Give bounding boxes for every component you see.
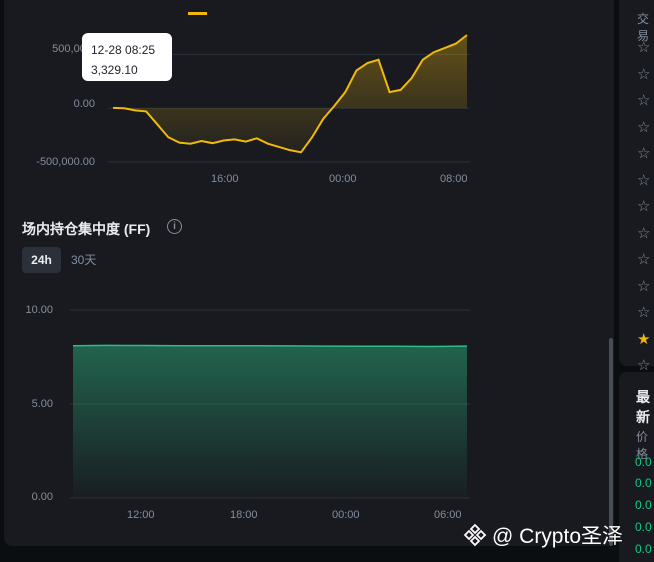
x-tick-label: 00:00 [332,509,360,521]
star-icon[interactable]: ☆ [637,118,650,136]
star-icon[interactable]: ☆ [637,303,650,321]
x-tick-label: 18:00 [230,509,258,521]
vertical-scrollbar[interactable] [609,338,613,546]
chart-tooltip: 12-28 08:25 3,329.10 [82,33,172,81]
x-tick-label: 06:00 [434,509,462,521]
star-icon[interactable]: ☆ [637,224,650,242]
star-icon[interactable]: ☆ [637,91,650,109]
star-icon[interactable]: ☆ [637,197,650,215]
binance-logo-icon [463,523,487,547]
info-icon[interactable]: i [167,219,182,234]
star-icon[interactable]: ☆ [637,250,650,268]
watermark-text: @ Crypto圣泽 [492,525,624,548]
net-flow-chart [70,34,470,499]
y-tick-label: -500,000.00 [36,156,95,168]
trade-price: 0.0 [635,542,652,556]
star-icon[interactable]: ☆ [637,38,650,56]
trade-price: 0.0 [635,476,652,490]
watermark: @ Crypto圣泽 [462,520,623,550]
y-tick-label: 10.00 [25,304,53,316]
star-icon[interactable]: ☆ [637,65,650,83]
range-24h-button[interactable]: 24h [22,247,61,273]
tooltip-value: 3,329.10 [91,63,138,77]
y-tick-label: 5.00 [31,398,53,410]
trade-price: 0.0 [635,455,652,469]
x-tick-label: 00:00 [329,173,357,185]
ff-area [73,345,467,498]
x-tick-label: 16:00 [211,173,239,185]
y-tick-label: 0.00 [31,491,53,503]
favorite-star-icon[interactable]: ★ [637,330,650,348]
star-icon[interactable]: ☆ [637,277,650,295]
trades-title: 最新 [636,389,650,425]
star-icon[interactable]: ☆ [637,171,650,189]
y-tick-label: 0.00 [73,98,95,110]
range-30d-button[interactable]: 30天 [71,247,96,273]
bottom-gap [0,548,619,562]
star-icon[interactable]: ☆ [637,144,650,162]
x-tick-label: 08:00 [440,173,468,185]
section-title: 场内持仓集中度 (FF) [22,221,151,237]
trade-price: 0.0 [635,498,652,512]
x-tick-label: 12:00 [127,509,155,521]
trade-price: 0.0 [635,520,652,534]
tooltip-time: 12-28 08:25 [91,43,156,57]
